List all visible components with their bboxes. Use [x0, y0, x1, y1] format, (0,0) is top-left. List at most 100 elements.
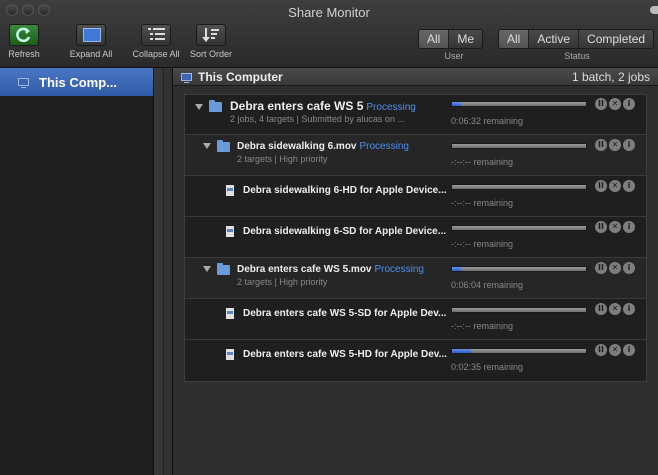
user-filter-caption: User	[444, 51, 464, 61]
pause-icon[interactable]: II	[595, 139, 607, 151]
user-all-segment[interactable]: All	[419, 30, 450, 48]
main-header: This Computer 1 batch, 2 jobs	[173, 68, 658, 86]
refresh-icon	[9, 24, 39, 46]
target-row[interactable]: Debra sidewalking 6-HD for Apple Device.…	[185, 176, 646, 217]
disclosure-triangle-icon[interactable]	[203, 143, 211, 149]
pause-icon[interactable]: II	[595, 262, 607, 274]
cancel-icon[interactable]: ✕	[609, 303, 621, 315]
pause-icon[interactable]: II	[595, 344, 607, 356]
target-name: Debra sidewalking 6-HD for Apple Device.…	[243, 185, 447, 196]
pause-icon[interactable]: II	[595, 303, 607, 315]
row-controls: II ✕ i	[595, 344, 635, 356]
collapse-all-label: Collapse All	[132, 49, 180, 59]
job-name: Debra sidewalking 6.mov Processing	[237, 141, 409, 152]
name-text: Debra enters cafe WS 5	[230, 99, 364, 113]
pause-icon[interactable]: II	[595, 180, 607, 192]
info-icon[interactable]: i	[623, 98, 635, 110]
cancel-icon[interactable]: ✕	[609, 344, 621, 356]
computer-icon	[18, 78, 29, 88]
pause-icon[interactable]: II	[595, 98, 607, 110]
name-text: Debra sidewalking 6-HD for Apple Device.…	[243, 185, 447, 196]
movie-file-icon	[226, 308, 234, 319]
expand-icon	[76, 24, 106, 46]
cancel-icon[interactable]: ✕	[609, 262, 621, 274]
sidebar-splitter[interactable]	[153, 68, 173, 475]
movie-file-icon	[226, 226, 234, 237]
name-text: Debra enters cafe WS 5-HD for Apple Dev.…	[243, 349, 447, 360]
job-details: 2 targets | High priority	[237, 154, 328, 164]
cancel-icon[interactable]: ✕	[609, 221, 621, 233]
sort-order-button[interactable]: Sort Order	[188, 24, 234, 59]
status-filter-segmented[interactable]: All Active Completed	[498, 29, 655, 49]
time-remaining: -:--:-- remaining	[451, 157, 514, 167]
status-completed-segment[interactable]: Completed	[579, 30, 653, 48]
refresh-label: Refresh	[8, 49, 40, 59]
list-icon	[141, 24, 171, 46]
progress-bar	[451, 101, 587, 107]
user-me-segment[interactable]: Me	[449, 30, 482, 48]
user-filter-segmented[interactable]: All Me	[418, 29, 484, 49]
target-row[interactable]: Debra sidewalking 6-SD for Apple Device.…	[185, 217, 646, 258]
target-name: Debra enters cafe WS 5-SD for Apple Dev.…	[243, 308, 446, 319]
row-controls: II ✕ i	[595, 221, 635, 233]
cancel-icon[interactable]: ✕	[609, 139, 621, 151]
refresh-button[interactable]: Refresh	[4, 24, 44, 59]
computer-icon	[181, 72, 192, 83]
name-text: Debra enters cafe WS 5.mov	[237, 264, 372, 275]
info-icon[interactable]: i	[623, 221, 635, 233]
job-row[interactable]: Debra enters cafe WS 5.mov Processing 2 ta…	[185, 258, 646, 299]
status-all-segment[interactable]: All	[499, 30, 530, 48]
folder-icon	[209, 100, 222, 112]
target-name: Debra sidewalking 6-SD for Apple Device.…	[243, 226, 446, 237]
info-icon[interactable]: i	[623, 180, 635, 192]
sort-icon	[196, 24, 226, 46]
cancel-icon[interactable]: ✕	[609, 180, 621, 192]
sidebar-item-this-computer[interactable]: This Comp...	[0, 68, 153, 96]
progress-bar	[451, 225, 587, 231]
disclosure-triangle-icon[interactable]	[195, 104, 203, 110]
progress-fill	[452, 102, 462, 106]
job-row[interactable]: Debra sidewalking 6.mov Processing 2 targe…	[185, 135, 646, 176]
status-filter-caption: Status	[564, 51, 590, 61]
info-icon[interactable]: i	[623, 303, 635, 315]
sort-order-label: Sort Order	[189, 49, 232, 59]
info-icon[interactable]: i	[623, 139, 635, 151]
row-controls: II ✕ i	[595, 98, 635, 110]
progress-fill	[452, 349, 471, 353]
progress-bar	[451, 266, 587, 272]
time-remaining: -:--:-- remaining	[451, 321, 514, 331]
info-icon[interactable]: i	[623, 344, 635, 356]
expand-all-button[interactable]: Expand All	[58, 24, 124, 59]
movie-file-icon	[226, 185, 234, 196]
progress-bar	[451, 307, 587, 313]
status-active-segment[interactable]: Active	[529, 30, 580, 48]
sidebar: This Comp...	[0, 68, 153, 475]
job-list: Debra enters cafe WS 5 Processing 2 jobs, …	[184, 94, 647, 382]
target-row[interactable]: Debra enters cafe WS 5-SD for Apple Dev.…	[185, 299, 646, 340]
target-name: Debra enters cafe WS 5-HD for Apple Dev.…	[243, 349, 447, 360]
name-text: Debra enters cafe WS 5-SD for Apple Dev.…	[243, 308, 447, 319]
row-controls: II ✕ i	[595, 303, 635, 315]
time-remaining: 0:06:32 remaining	[451, 116, 524, 126]
pause-icon[interactable]: II	[595, 221, 607, 233]
main-panel: This Computer 1 batch, 2 jobs Debra ente…	[173, 68, 658, 475]
time-remaining: -:--:-- remaining	[451, 239, 514, 249]
job-details: 2 jobs, 4 targets | Submitted by alucas …	[230, 114, 405, 124]
progress-bar	[451, 348, 587, 354]
disclosure-triangle-icon[interactable]	[203, 266, 211, 272]
status-label: Processing	[359, 141, 409, 152]
batch-row[interactable]: Debra enters cafe WS 5 Processing 2 jobs, …	[185, 95, 646, 135]
time-remaining: 0:02:35 remaining	[451, 362, 524, 372]
progress-bar	[451, 143, 587, 149]
row-controls: II ✕ i	[595, 262, 635, 274]
main-header-title: This Computer	[198, 69, 283, 84]
folder-icon	[217, 140, 230, 152]
toolbar-toggle-button[interactable]	[650, 6, 658, 14]
status-label: Processing	[366, 102, 416, 113]
info-icon[interactable]: i	[623, 262, 635, 274]
batch-count: 1 batch, 2 jobs	[571, 69, 650, 84]
collapse-all-button[interactable]: Collapse All	[126, 24, 186, 59]
cancel-icon[interactable]: ✕	[609, 98, 621, 110]
expand-all-label: Expand All	[69, 49, 113, 59]
target-row[interactable]: Debra enters cafe WS 5-HD for Apple Dev.…	[185, 340, 646, 381]
